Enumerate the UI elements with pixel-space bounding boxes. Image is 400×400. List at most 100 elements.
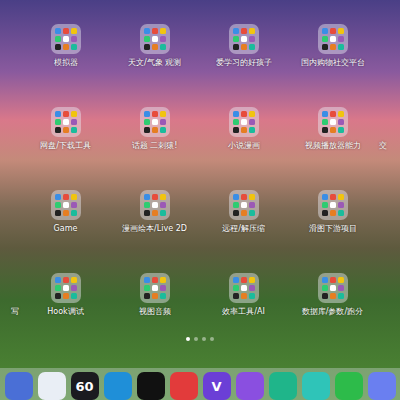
app-mini-icon: [144, 44, 150, 50]
app-mini-icon: [233, 28, 239, 34]
dock-app-icon[interactable]: [335, 372, 363, 400]
folder-label: 漫画绘本/Live 2D: [122, 224, 187, 234]
folder-label: 视频播放器能力: [305, 141, 361, 151]
folder-icon: [229, 273, 259, 303]
folder[interactable]: 视图音频: [110, 273, 199, 317]
app-mini-icon: [330, 210, 336, 216]
app-mini-icon: [330, 111, 336, 117]
app-mini-icon: [144, 28, 150, 34]
app-mini-icon: [338, 285, 344, 291]
app-mini-icon: [338, 28, 344, 34]
folder[interactable]: 漫画绘本/Live 2D: [110, 190, 199, 234]
app-mini-icon: [160, 28, 166, 34]
app-mini-icon: [330, 285, 336, 291]
folder[interactable]: [377, 24, 400, 68]
app-mini-icon: [144, 119, 150, 125]
folder[interactable]: [0, 107, 21, 151]
folder-label: 小说漫画: [228, 141, 260, 151]
folder-icon: [140, 107, 170, 137]
app-mini-icon: [322, 277, 328, 283]
app-mini-icon: [241, 285, 247, 291]
page-dot[interactable]: [186, 337, 190, 341]
page-dot[interactable]: [194, 337, 198, 341]
folder[interactable]: 效率工具/AI: [199, 273, 288, 317]
app-mini-icon: [63, 28, 69, 34]
dock-app-icon[interactable]: [137, 372, 165, 400]
app-mini-icon: [241, 194, 247, 200]
folder-icon: [318, 107, 348, 137]
app-mini-icon: [63, 293, 69, 299]
dock-app-icon[interactable]: [5, 372, 33, 400]
folder[interactable]: 滑图下游项目: [288, 190, 377, 234]
folder[interactable]: 网盘/下载工具: [21, 107, 110, 151]
app-mini-icon: [241, 277, 247, 283]
dock-app-icon[interactable]: 60: [71, 372, 99, 400]
app-mini-icon: [338, 210, 344, 216]
app-mini-icon: [330, 44, 336, 50]
page-dot[interactable]: [202, 337, 206, 341]
folder[interactable]: 视频播放器能力: [288, 107, 377, 151]
folder[interactable]: Game: [21, 190, 110, 234]
dock-app-icon[interactable]: [368, 372, 396, 400]
app-mini-icon: [144, 111, 150, 117]
app-mini-icon: [241, 28, 247, 34]
app-mini-icon: [71, 285, 77, 291]
folder[interactable]: 爱学习的好孩子: [199, 24, 288, 68]
folder[interactable]: 国内购物社交平台: [288, 24, 377, 68]
folder-label: 效率工具/AI: [222, 307, 265, 317]
folder[interactable]: [377, 273, 400, 317]
app-mini-icon: [249, 36, 255, 42]
app-mini-icon: [322, 285, 328, 291]
app-mini-icon: [55, 202, 61, 208]
app-mini-icon: [63, 44, 69, 50]
folder-icon: [140, 273, 170, 303]
app-mini-icon: [152, 119, 158, 125]
app-mini-icon: [160, 111, 166, 117]
app-mini-icon: [71, 277, 77, 283]
app-mini-icon: [249, 210, 255, 216]
folder[interactable]: Hook调试: [21, 273, 110, 317]
folder[interactable]: 小说漫画: [199, 107, 288, 151]
app-mini-icon: [330, 119, 336, 125]
app-mini-icon: [241, 210, 247, 216]
folder[interactable]: 话题 二刺猿!: [110, 107, 199, 151]
dock-app-icon[interactable]: [302, 372, 330, 400]
folder-icon: [318, 190, 348, 220]
dock-app-icon[interactable]: [236, 372, 264, 400]
folder[interactable]: 数据库/参数/跑分: [288, 273, 377, 317]
dock-app-icon[interactable]: [170, 372, 198, 400]
folder[interactable]: 天文/气象 观测: [110, 24, 199, 68]
folder-grid: 模拟器天文/气象 观测爱学习的好孩子国内购物社交平台网盘/下载工具 话题 二刺猿!…: [0, 0, 400, 317]
folder[interactable]: 远程/解压缩: [199, 190, 288, 234]
dock-app-icon[interactable]: [38, 372, 66, 400]
app-mini-icon: [233, 194, 239, 200]
folder[interactable]: 模拟器: [21, 24, 110, 68]
folder[interactable]: 交: [377, 107, 400, 151]
folder-label: 视图音频: [139, 307, 171, 317]
folder-icon: [51, 273, 81, 303]
folder[interactable]: [0, 190, 21, 234]
app-mini-icon: [330, 194, 336, 200]
folder-icon: [51, 190, 81, 220]
app-mini-icon: [249, 119, 255, 125]
app-mini-icon: [249, 111, 255, 117]
app-mini-icon: [233, 285, 239, 291]
app-mini-icon: [241, 111, 247, 117]
folder-icon: [229, 190, 259, 220]
app-mini-icon: [55, 293, 61, 299]
folder[interactable]: 写: [0, 273, 21, 317]
page-dot[interactable]: [210, 337, 214, 341]
app-mini-icon: [144, 202, 150, 208]
app-mini-icon: [233, 293, 239, 299]
folder[interactable]: [377, 190, 400, 234]
app-mini-icon: [233, 111, 239, 117]
app-mini-icon: [249, 127, 255, 133]
dock-app-icon[interactable]: V: [203, 372, 231, 400]
dock-app-icon[interactable]: [269, 372, 297, 400]
folder-label: 网盘/下载工具: [40, 141, 91, 151]
folder[interactable]: [0, 24, 21, 68]
folder-icon: [51, 24, 81, 54]
dock-app-icon[interactable]: [104, 372, 132, 400]
app-mini-icon: [152, 36, 158, 42]
app-mini-icon: [144, 210, 150, 216]
